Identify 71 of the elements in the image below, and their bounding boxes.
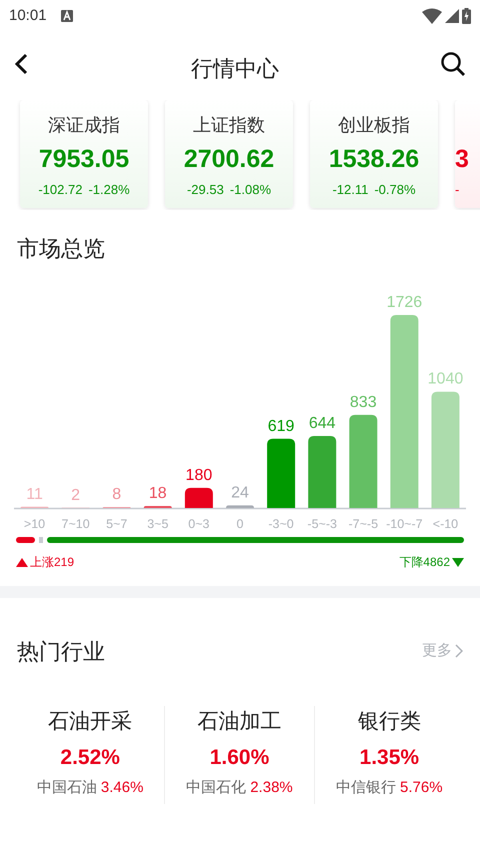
bar-value: 8 (112, 486, 122, 504)
industry-card[interactable]: 石油加工 1.60% 中国石化 2.38% (165, 706, 315, 804)
bar-value: 2 (71, 486, 80, 504)
bar-value: 18 (148, 484, 167, 502)
index-name: 深证成指 (48, 114, 120, 137)
index-card[interactable]: 深证成指 7953.05 -102.72 -1.28% (20, 100, 148, 208)
index-percent: -0.78% (374, 181, 416, 199)
bar-value: 1040 (428, 370, 464, 388)
leading-stock-name: 中国石油 (36, 778, 97, 798)
up-triangle-icon (16, 558, 28, 566)
industry-card[interactable]: 银行类 1.35% 中信银行 5.76% (314, 706, 464, 804)
status-time: 10:01 (9, 6, 47, 26)
bar-value: 24 (231, 484, 249, 502)
bar-value: 833 (350, 394, 377, 411)
bar-value: 11 (26, 486, 43, 503)
index-percent: -1.28% (88, 181, 130, 199)
industry-name: 石油加工 (197, 709, 282, 735)
industry-name: 石油开采 (48, 709, 132, 735)
industry-percent: 1.60% (210, 744, 270, 770)
axis-label: 7~10 (62, 517, 90, 531)
index-change: -29.53 (186, 181, 224, 199)
section-title: 市场总览 (16, 235, 106, 263)
index-value: 3 (455, 144, 469, 174)
leading-stock-name: 中信银行 (336, 778, 396, 798)
index-value: 7953.05 (38, 144, 130, 174)
index-change: -102.72 (38, 181, 82, 199)
index-value: 1538.26 (328, 144, 420, 174)
axis-label: 0 (236, 517, 244, 531)
axis-label: <-10 (432, 517, 458, 531)
flat-ratio-bar (38, 537, 43, 543)
axis-label: -3~0 (268, 517, 294, 531)
leading-stock-percent: 2.38% (250, 778, 293, 798)
battery-icon (462, 8, 471, 24)
industry-name: 银行类 (358, 709, 421, 735)
axis-label: >10 (24, 517, 46, 531)
axis-label: -7~-5 (348, 517, 378, 531)
index-card[interactable]: 创业板指 1538.26 -12.11 -0.78% (310, 100, 438, 208)
industry-percent: 2.52% (60, 744, 120, 770)
axis-label: 3~5 (147, 517, 168, 531)
index-card[interactable]: 3 - (455, 100, 480, 208)
index-value: 2700.62 (184, 144, 274, 174)
leading-stock-percent: 5.76% (400, 778, 443, 798)
bar-value: 644 (308, 415, 336, 432)
index-percent: -1.08% (230, 181, 272, 199)
industry-card[interactable]: 石油开采 2.52% 中国石油 3.46% (16, 706, 166, 804)
bar-value: 619 (268, 418, 294, 435)
rise-count: 上涨219 (30, 554, 74, 571)
notification-icon (60, 10, 73, 22)
leading-stock-name: 中国石化 (186, 778, 246, 798)
axis-label: 5~7 (106, 517, 128, 531)
bar-value: 180 (186, 466, 212, 484)
signal-icon (445, 9, 459, 23)
down-triangle-icon (452, 558, 464, 566)
section-title: 热门行业 (17, 638, 105, 666)
bar-value: 1726 (386, 294, 422, 311)
index-name: 上证指数 (193, 114, 265, 137)
industry-percent: 1.35% (360, 744, 420, 770)
axis-label: -10~-7 (386, 517, 423, 531)
index-change: -12.11 (332, 181, 368, 199)
leading-stock-percent: 3.46% (100, 778, 144, 798)
index-change: - (455, 181, 460, 199)
page-title: 行情中心 (191, 54, 279, 82)
fall-count: 下降4862 (399, 554, 450, 571)
back-icon[interactable] (14, 53, 30, 75)
search-icon[interactable] (440, 51, 466, 77)
axis-label: -5~-3 (307, 517, 337, 531)
rise-ratio-bar (16, 537, 35, 543)
axis-label: 0~3 (188, 517, 210, 531)
wifi-icon (422, 8, 442, 24)
index-card[interactable]: 上证指数 2700.62 -29.53 -1.08% (165, 100, 293, 208)
index-name: 创业板指 (338, 114, 410, 137)
